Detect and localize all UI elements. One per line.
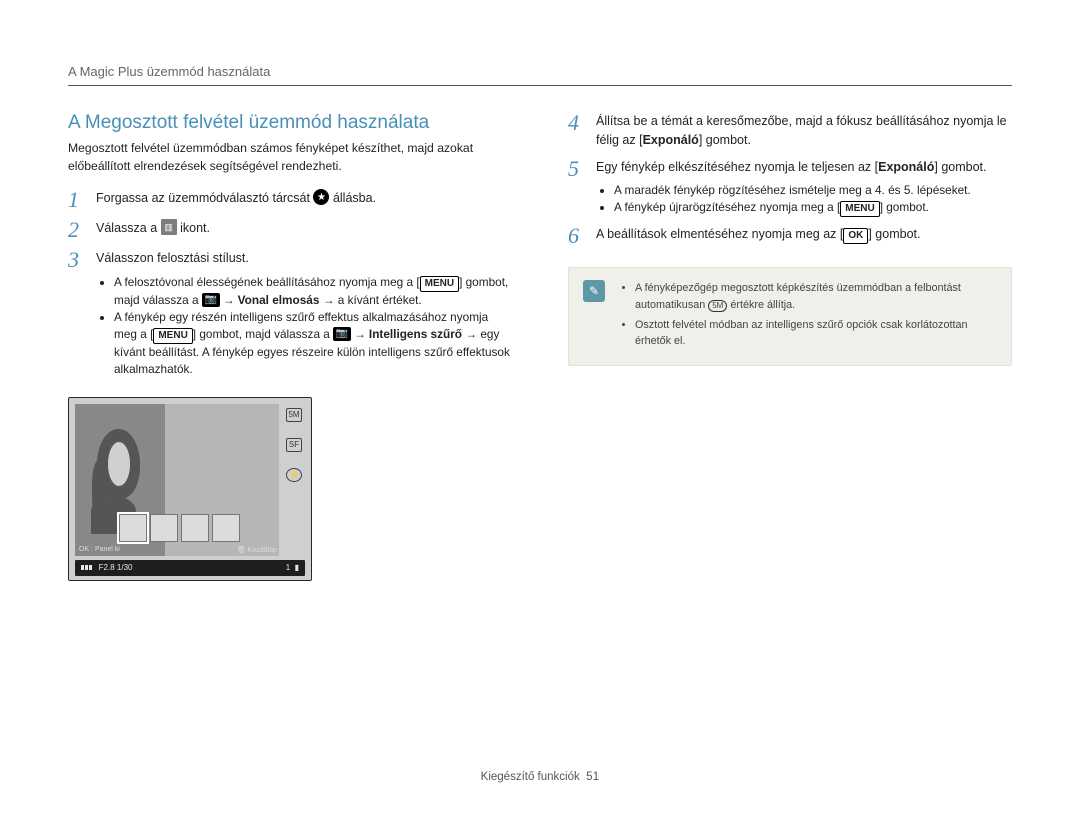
split-icon: ▥ — [161, 219, 177, 235]
step-body: Forgassa az üzemmódválasztó tárcsát ★ ál… — [96, 189, 512, 211]
bold-text: Vonal elmosás — [238, 293, 320, 307]
camera-icon: 📷 — [202, 293, 220, 307]
illu-hint: OK : Panel ki 🗑 Kezdőlap — [79, 546, 277, 554]
side-icons: 5M SF ⚡ — [283, 408, 305, 552]
status-right: 1 ▮ — [286, 563, 299, 572]
note-list: A fényképezőgép megosztott képkészítés ü… — [619, 280, 997, 353]
left-column: A Megosztott felvétel üzemmód használata… — [68, 112, 512, 581]
resolution-badge: 5M — [708, 300, 727, 312]
step-3: 3 Válasszon felosztási stílust. A felosz… — [68, 249, 512, 378]
illu-status: F2.8 1/30 1 ▮ — [75, 560, 305, 576]
text: A beállítások elmentéséhez nyomja meg az… — [596, 227, 843, 241]
intro-text: Megosztott felvétel üzemmódban számos fé… — [68, 140, 512, 175]
footer: Kiegészítő funkciók 51 — [0, 771, 1080, 783]
step-6: 6 A beállítások elmentéséhez nyomja meg … — [568, 225, 1012, 247]
menu-button-icon: MENU — [153, 328, 192, 344]
text: ] gombot. — [934, 160, 986, 174]
text: Válasszon felosztási stílust. — [96, 251, 249, 265]
steps-left: 1 Forgassa az üzemmódválasztó tárcsát ★ … — [68, 189, 512, 378]
step-2: 2 Válassza a ▥ ikont. — [68, 219, 512, 241]
step-number: 5 — [568, 158, 586, 218]
text: Válassza a — [96, 221, 161, 235]
layout-thumb — [150, 514, 178, 542]
text: A fényképezőgép megosztott képkészítés ü… — [635, 282, 961, 310]
sub-item: A felosztóvonal élességének beállításáho… — [114, 274, 512, 309]
battery-icon — [81, 565, 92, 570]
arrow-icon: → — [351, 326, 369, 343]
hint-left: OK : Panel ki — [79, 546, 120, 554]
section-name: Kiegészítő funkciók — [481, 771, 580, 783]
star-icon: ★ — [313, 189, 329, 205]
step-number: 1 — [68, 189, 86, 211]
step-number: 6 — [568, 225, 586, 247]
quality-icon: SF — [286, 438, 302, 452]
running-head: A Magic Plus üzemmód használata — [68, 64, 1012, 79]
note-item: A fényképezőgép megosztott képkészítés ü… — [635, 280, 997, 312]
two-columns: A Megosztott felvétel üzemmód használata… — [68, 112, 1012, 581]
sub-item: A maradék fénykép rögzítéséhez ismételje… — [614, 182, 1012, 199]
right-column: 4 Állítsa be a témát a keresőmezőbe, maj… — [568, 112, 1012, 581]
text: ikont. — [180, 221, 210, 235]
text: → a kívánt értéket. — [319, 293, 421, 307]
menu-button-icon: MENU — [420, 276, 459, 292]
menu-button-icon: MENU — [840, 201, 879, 217]
layout-thumbs — [119, 514, 240, 542]
page-number: 51 — [586, 771, 599, 783]
text: A fénykép újrarögzítéséhez nyomja meg a … — [614, 200, 840, 214]
text: állásba. — [333, 191, 376, 205]
steps-right: 4 Állítsa be a témát a keresőmezőbe, maj… — [568, 112, 1012, 247]
text: értékre állítja. — [727, 299, 795, 311]
header-rule — [68, 85, 1012, 86]
text: ] gombot. — [880, 200, 929, 214]
bold-text: Exponáló — [878, 160, 934, 174]
sub-item: A fénykép újrarögzítéséhez nyomja meg a … — [614, 199, 1012, 217]
camera-icon: 📷 — [333, 327, 351, 341]
page: A Magic Plus üzemmód használata A Megosz… — [0, 0, 1080, 815]
step-5: 5 Egy fénykép elkészítéséhez nyomja le t… — [568, 158, 1012, 218]
step-number: 3 — [68, 249, 86, 378]
camera-screen-illustration: 5M SF ⚡ OK : Panel ki 🗑 Kezdőlap F2.8 1/… — [68, 397, 312, 581]
step-number: 2 — [68, 219, 86, 241]
status-left: F2.8 1/30 — [81, 563, 133, 572]
text: Egy fénykép elkészítéséhez nyomja le tel… — [596, 160, 878, 174]
layout-thumb — [181, 514, 209, 542]
step-body: Válasszon felosztási stílust. A felosztó… — [96, 249, 512, 378]
layout-thumb — [212, 514, 240, 542]
step-4: 4 Állítsa be a témát a keresőmezőbe, maj… — [568, 112, 1012, 150]
text: A felosztóvonal élességének beállításáho… — [114, 275, 420, 289]
layout-thumb — [119, 514, 147, 542]
text: ] gombot, majd válassza a — [193, 327, 333, 341]
text: ] gombot. — [868, 227, 920, 241]
page-title: A Megosztott felvétel üzemmód használata — [68, 112, 512, 134]
bold-text: Exponáló — [643, 133, 699, 147]
step-body: Egy fénykép elkészítéséhez nyomja le tel… — [596, 158, 1012, 218]
arrow-icon: → — [220, 292, 238, 309]
step-1: 1 Forgassa az üzemmódválasztó tárcsát ★ … — [68, 189, 512, 211]
info-note: ✎ A fényképezőgép megosztott képkészítés… — [568, 267, 1012, 366]
sub-list: A felosztóvonal élességének beállításáho… — [96, 274, 512, 378]
sub-item: A fénykép egy részén intelligens szűrő e… — [114, 309, 512, 378]
step-number: 4 — [568, 112, 586, 150]
text: Forgassa az üzemmódválasztó tárcsát — [96, 191, 313, 205]
flash-icon: ⚡ — [286, 468, 302, 482]
step-body: A beállítások elmentéséhez nyomja meg az… — [596, 225, 1012, 247]
text: ] gombot. — [699, 133, 751, 147]
step-body: Állítsa be a témát a keresőmezőbe, majd … — [596, 112, 1012, 150]
sub-list: A maradék fénykép rögzítéséhez ismételje… — [596, 182, 1012, 217]
resolution-icon: 5M — [286, 408, 302, 422]
ok-button-icon: OK — [843, 228, 868, 244]
info-icon: ✎ — [583, 280, 605, 302]
note-item: Osztott felvétel módban az intelligens s… — [635, 317, 997, 349]
hint-right: 🗑 Kezdőlap — [237, 546, 277, 554]
step-body: Válassza a ▥ ikont. — [96, 219, 512, 241]
bold-text: Intelligens szűrő — [369, 327, 462, 341]
